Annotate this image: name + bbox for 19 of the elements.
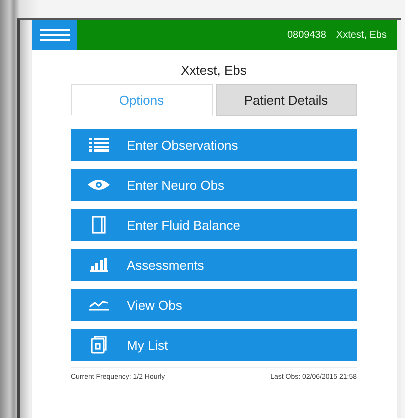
patient-title: Xxtest, Ebs (180, 63, 248, 78)
document-icon (91, 336, 107, 354)
action-button[interactable]: View Obs (71, 289, 357, 321)
book-icon (92, 216, 106, 234)
action-button[interactable]: Enter Fluid Balance (71, 209, 357, 241)
action-button[interactable]: Assessments (71, 249, 357, 281)
menu-icon (40, 29, 70, 41)
list-icon (89, 138, 109, 152)
action-button[interactable]: Enter Neuro Obs (71, 169, 357, 201)
eye-icon (88, 179, 110, 191)
tab[interactable]: Patient Details (216, 84, 357, 116)
patient-name: Xxtest, Ebs (336, 30, 387, 40)
line-chart-icon (89, 299, 109, 311)
bar-chart-icon (90, 258, 108, 272)
menu-button[interactable] (32, 20, 77, 50)
tab[interactable]: Options (71, 84, 212, 116)
action-button[interactable]: My List (71, 329, 357, 361)
action-button[interactable]: Enter Observations (71, 129, 357, 161)
patient-id: 0809438 (287, 30, 326, 40)
